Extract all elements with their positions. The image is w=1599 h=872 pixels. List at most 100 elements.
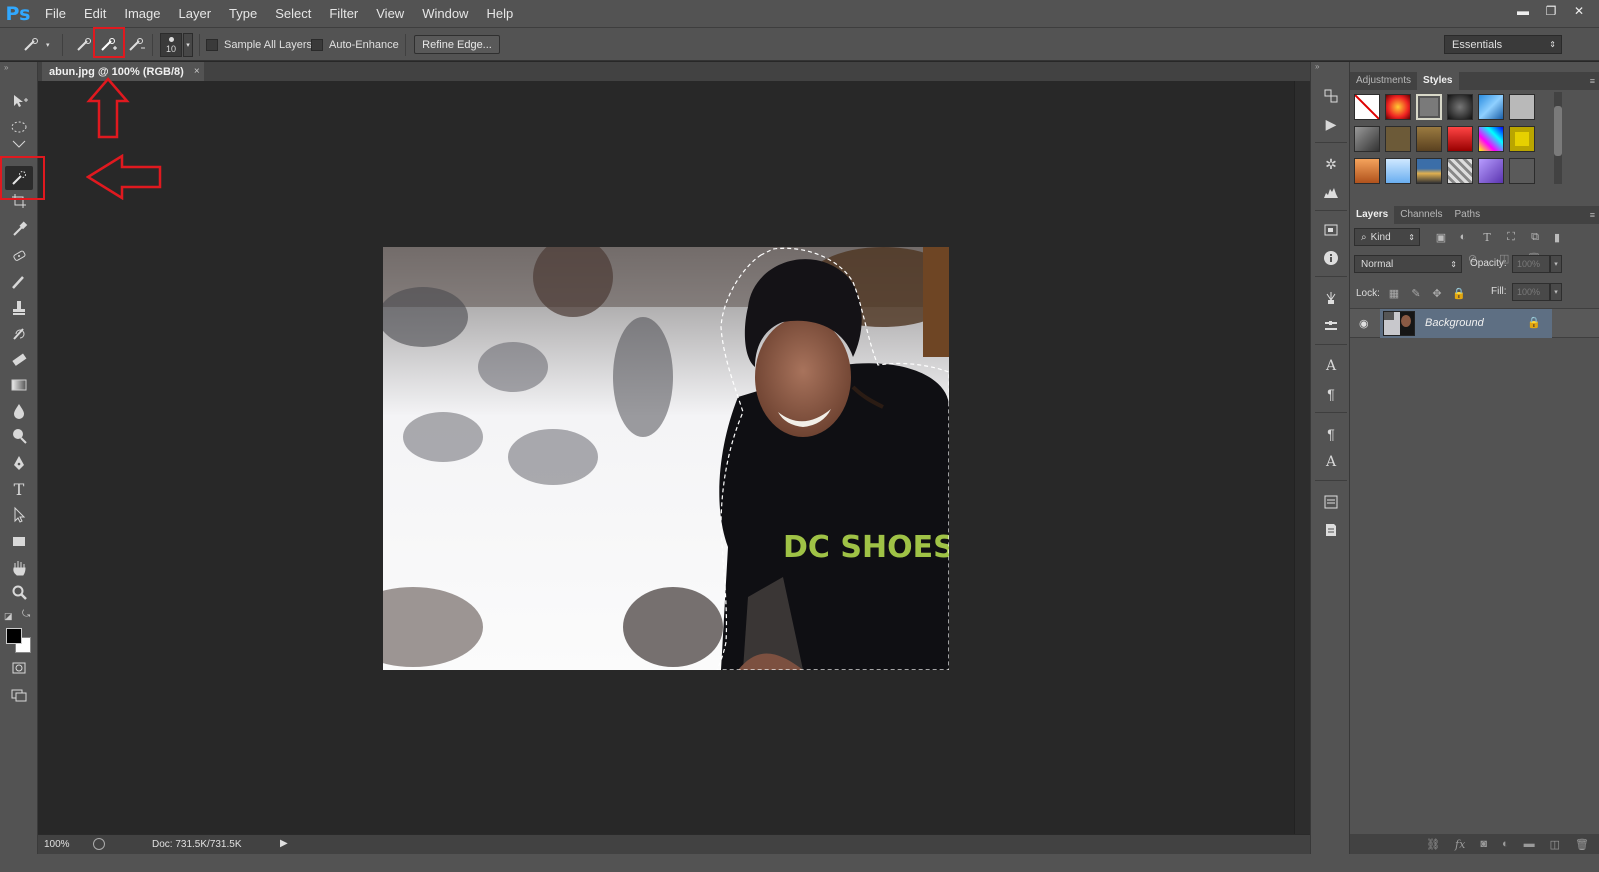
menu-image[interactable]: Image	[115, 0, 169, 27]
close-button[interactable]: ✕	[1567, 2, 1591, 19]
zoom-tool-icon[interactable]	[5, 581, 33, 605]
hand-tool-icon[interactable]	[5, 556, 33, 580]
refine-edge-button[interactable]: Refine Edge...	[414, 35, 500, 54]
history-panel-icon[interactable]	[1321, 86, 1341, 106]
document-image[interactable]: DC SHOES	[383, 247, 949, 670]
auto-enhance-option[interactable]: Auto-Enhance	[311, 28, 399, 61]
layers-panel-menu-icon[interactable]: ≡	[1590, 206, 1595, 224]
tab-paths[interactable]: Paths	[1449, 206, 1487, 224]
type-tool-icon[interactable]: T	[5, 477, 33, 501]
style-swatch[interactable]	[1509, 94, 1535, 120]
eraser-tool-icon[interactable]	[5, 347, 33, 371]
layer-comps-panel-icon[interactable]	[1321, 492, 1341, 512]
filter-smart-object-icon[interactable]: ⧉	[1528, 230, 1542, 244]
lock-image-icon[interactable]: ✎	[1409, 286, 1423, 300]
subtract-from-selection-mode[interactable]	[125, 28, 147, 61]
new-group-icon[interactable]: ▬	[1524, 838, 1535, 850]
menu-select[interactable]: Select	[266, 0, 320, 27]
marquee-tool-icon[interactable]	[5, 115, 33, 139]
adjustment-layer-icon[interactable]: ◐	[1502, 838, 1509, 850]
menu-edit[interactable]: Edit	[75, 0, 115, 27]
dodge-tool-icon[interactable]	[5, 424, 33, 448]
style-swatch[interactable]	[1385, 94, 1411, 120]
clone-stamp-tool-icon[interactable]	[5, 296, 33, 320]
character-panel-icon[interactable]: A	[1321, 356, 1341, 376]
style-swatch[interactable]	[1354, 126, 1380, 152]
tab-layers[interactable]: Layers	[1350, 206, 1395, 224]
fill-dropdown[interactable]: ▾	[1550, 283, 1562, 301]
style-swatch[interactable]	[1478, 126, 1504, 152]
style-swatch[interactable]	[1385, 126, 1411, 152]
menu-layer[interactable]: Layer	[170, 0, 221, 27]
lock-transparent-icon[interactable]: ▦	[1387, 286, 1401, 300]
style-swatch[interactable]	[1447, 126, 1473, 152]
quick-mask-icon[interactable]	[5, 656, 33, 680]
opacity-input[interactable]: 100%	[1512, 255, 1550, 273]
menu-window[interactable]: Window	[413, 0, 477, 27]
move-tool-icon[interactable]	[5, 89, 33, 113]
panel-menu-icon[interactable]: ≡	[1590, 72, 1595, 90]
lock-position-icon[interactable]: ✥	[1430, 286, 1444, 300]
history-brush-tool-icon[interactable]	[5, 321, 33, 345]
auto-enhance-checkbox[interactable]	[311, 38, 323, 51]
layer-style-fx-icon[interactable]: fx	[1455, 838, 1465, 851]
brush-size-dropdown[interactable]: ▾	[183, 33, 193, 57]
brush-presets-panel-icon[interactable]: ✲	[1321, 154, 1341, 174]
brush-size-picker[interactable]: 10	[160, 33, 182, 57]
lasso-tool-icon[interactable]	[5, 140, 33, 152]
foreground-color-swatch[interactable]	[6, 628, 22, 644]
status-info-icon[interactable]	[93, 838, 105, 850]
menu-type[interactable]: Type	[220, 0, 266, 27]
sample-all-layers-checkbox[interactable]	[206, 38, 218, 51]
histogram-panel-icon[interactable]	[1321, 182, 1341, 202]
collapse-dock-icon[interactable]: »	[1315, 62, 1319, 71]
screen-mode-icon[interactable]	[5, 683, 33, 707]
opacity-dropdown[interactable]: ▾	[1550, 255, 1562, 273]
brush-panel-icon[interactable]	[1321, 288, 1341, 308]
workspace-switcher[interactable]: Essentials ⇕	[1444, 35, 1562, 54]
menu-help[interactable]: Help	[477, 0, 522, 27]
menu-view[interactable]: View	[367, 0, 413, 27]
swap-colors-icon[interactable]: ⤿	[22, 609, 30, 620]
collapse-icon[interactable]: »	[0, 62, 37, 73]
tool-preset-picker[interactable]: ▾	[20, 28, 50, 61]
style-swatch[interactable]	[1447, 94, 1473, 120]
blend-mode-select[interactable]: Normal ⇕	[1354, 255, 1462, 273]
layer-filter-kind[interactable]: ⌕ Kind ⇕	[1354, 228, 1420, 246]
new-selection-mode[interactable]	[73, 28, 95, 61]
lock-all-icon[interactable]: 🔒	[1452, 286, 1466, 300]
character-styles-panel-icon[interactable]: A	[1321, 452, 1341, 472]
status-menu-arrow-icon[interactable]: ▶	[280, 838, 288, 849]
info-panel-icon[interactable]	[1321, 248, 1341, 268]
clone-source-panel-icon[interactable]	[1321, 316, 1341, 336]
style-swatch[interactable]	[1416, 94, 1442, 120]
layer-row-background[interactable]: ◉ Background 🔒	[1350, 308, 1599, 338]
path-selection-tool-icon[interactable]	[5, 503, 33, 527]
style-swatch[interactable]	[1385, 158, 1411, 184]
eyedropper-tool-icon[interactable]	[5, 217, 33, 241]
pen-tool-icon[interactable]	[5, 451, 33, 475]
style-swatch[interactable]	[1354, 158, 1380, 184]
gradient-tool-icon[interactable]	[5, 373, 33, 397]
notes-panel-icon[interactable]	[1321, 520, 1341, 540]
menu-file[interactable]: File	[36, 0, 75, 27]
actions-panel-icon[interactable]: ▶	[1321, 114, 1341, 134]
filter-type-icon[interactable]: T	[1480, 230, 1494, 244]
paragraph-styles-panel-icon[interactable]: ¶	[1321, 424, 1341, 444]
new-layer-icon[interactable]: ◫	[1550, 838, 1560, 851]
style-swatch[interactable]	[1447, 158, 1473, 184]
fill-input[interactable]: 100%	[1512, 283, 1550, 301]
style-swatch[interactable]	[1509, 158, 1535, 184]
menu-filter[interactable]: Filter	[320, 0, 367, 27]
style-swatch[interactable]	[1478, 94, 1504, 120]
tab-channels[interactable]: Channels	[1394, 206, 1448, 224]
close-tab-icon[interactable]: ×	[194, 66, 200, 77]
restore-button[interactable]: ❐	[1539, 2, 1563, 19]
vertical-scrollbar[interactable]	[1294, 81, 1310, 834]
delete-layer-icon[interactable]: 🗑	[1575, 838, 1589, 851]
zoom-level[interactable]: 100%	[44, 839, 70, 850]
tab-styles[interactable]: Styles	[1417, 72, 1459, 90]
filter-adjustment-icon[interactable]: ◐	[1456, 230, 1470, 244]
style-none[interactable]	[1354, 94, 1380, 120]
sample-all-layers-option[interactable]: Sample All Layers	[206, 28, 312, 61]
